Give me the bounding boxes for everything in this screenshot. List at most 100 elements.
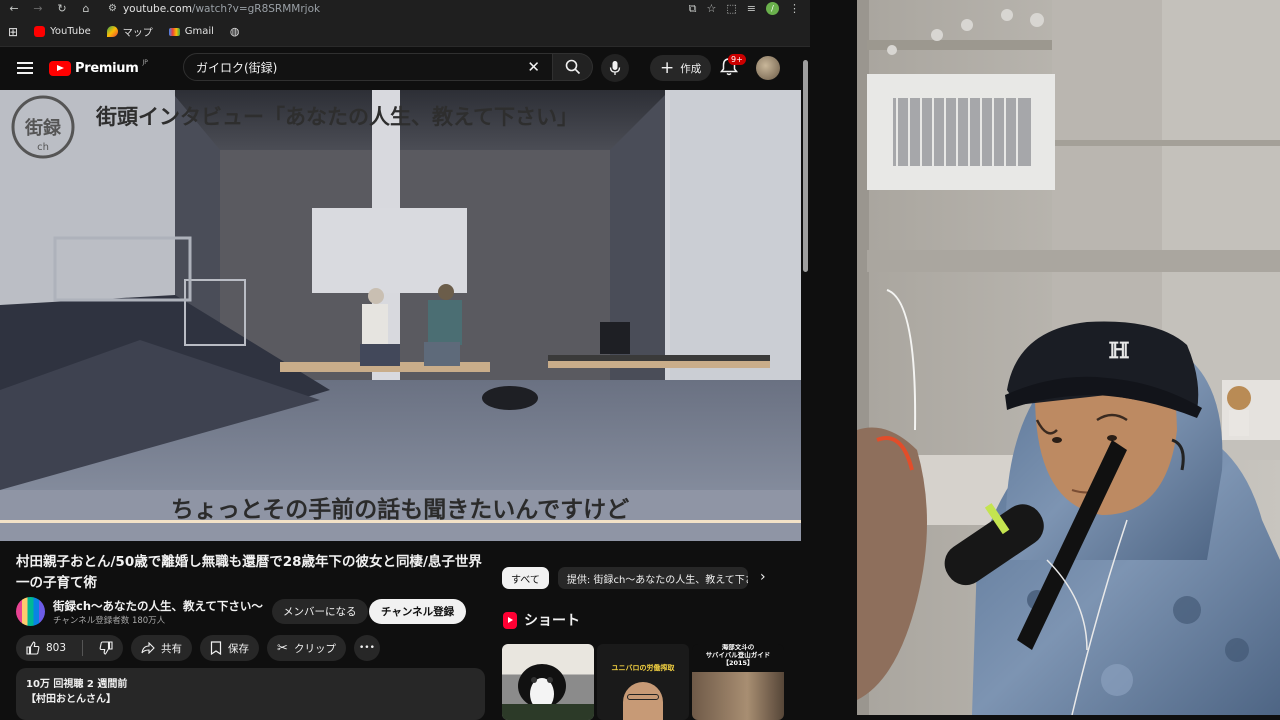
page-scrollbar[interactable] (803, 60, 808, 272)
chrome-menu-icon[interactable]: ⋮ (789, 2, 800, 15)
window-gap (810, 0, 857, 720)
description-text: 【村田おとんさん】 (26, 694, 116, 705)
save-button[interactable]: 保存 (200, 635, 260, 661)
gmail-favicon-icon (168, 27, 180, 36)
create-button[interactable]: + 作成 (650, 55, 712, 81)
view-count-and-date: 10万 回視聴 2 週間前 (26, 679, 128, 690)
forward-icon[interactable]: → (30, 1, 46, 17)
more-actions-button[interactable]: ••• (353, 635, 380, 661)
screen: ← → ↻ ⌂ ⚙ youtube.com/watch?v=gR8SRMMrjo… (0, 0, 1280, 720)
shorts-title: ショート (524, 613, 580, 629)
video-overlay-heading: 街頭インタビュー「あなたの人生、教えて下さい」 (95, 105, 578, 129)
like-dislike-group: 803 (16, 635, 124, 661)
description-box[interactable]: 10万 回視聴 2 週間前 【村田おとんさん】 (16, 668, 485, 720)
home-icon[interactable]: ⌂ (78, 1, 94, 17)
save-label: 保存 (228, 642, 250, 655)
create-label: 作成 (680, 62, 702, 75)
youtube-favicon-icon (34, 26, 46, 37)
chevron-right-icon[interactable]: › (760, 569, 766, 585)
site-info-icon[interactable]: ⚙ (108, 3, 117, 14)
account-avatar[interactable] (756, 56, 780, 80)
thumbs-down-icon (99, 641, 113, 655)
extensions-icon[interactable]: ⬚ (726, 2, 736, 15)
like-button[interactable]: 803 (16, 635, 76, 661)
short-face (623, 682, 663, 720)
short-glasses (627, 694, 659, 700)
bookmark-label: Gmail (184, 26, 214, 37)
short-thumbnail[interactable] (502, 644, 594, 720)
bookmark-gmail[interactable]: Gmail (168, 26, 214, 37)
shorts-logo-icon (503, 611, 517, 629)
video-subtitle: ちょっとその手前の話も聞きたいんですけど (171, 496, 629, 523)
cast-icon[interactable]: ⧉ (689, 2, 697, 16)
bookmark-star-icon[interactable]: ☆ (707, 2, 717, 15)
plus-icon: + (660, 57, 675, 78)
globe-bookmark-icon[interactable]: ◍ (230, 25, 240, 38)
logo-region: JP (142, 58, 148, 66)
bottom-edge (857, 715, 1280, 720)
join-membership-button[interactable]: メンバーになる (272, 599, 368, 624)
bookmarks-bar: ⊞ YouTube マップ Gmail ◍ (0, 17, 810, 47)
maps-favicon-icon (106, 26, 118, 37)
channel-name[interactable]: 街録ch～あなたの人生、教えて下さい～ (53, 598, 263, 614)
dog-thumbnail (502, 664, 594, 720)
share-label: 共有 (161, 642, 183, 655)
notification-count-badge: 9+ (728, 54, 746, 65)
short-caption: 海部文斗の サバイバル登山ガイド 【2015】 (705, 644, 771, 667)
bookmark-label: YouTube (50, 26, 91, 37)
short-caption: ユニバロの労働搾取 (611, 664, 675, 672)
more-icon: ••• (358, 643, 375, 653)
browser-window: ← → ↻ ⌂ ⚙ youtube.com/watch?v=gR8SRMMrjo… (0, 0, 810, 720)
media-icon[interactable]: ≡ (747, 2, 756, 15)
youtube-play-logo-icon (49, 60, 71, 76)
address-bar[interactable]: ⚙ youtube.com/watch?v=gR8SRMMrjok (102, 1, 681, 17)
channel-avatar[interactable] (16, 597, 45, 626)
url-path: /watch?v=gR8SRMMrjok (191, 2, 321, 15)
back-icon[interactable]: ← (6, 1, 22, 17)
clip-label: クリップ (293, 642, 336, 655)
apps-grid-icon[interactable]: ⊞ (8, 25, 18, 39)
video-overlay-logo-sub: ch (37, 142, 49, 153)
channel-subscriber-count: チャンネル登録者数 180万人 (53, 616, 166, 626)
clip-button[interactable]: ✂ クリップ (267, 635, 346, 661)
share-button[interactable]: 共有 (131, 635, 193, 661)
search-button[interactable] (553, 53, 593, 81)
chip-all[interactable]: すべて (502, 567, 549, 589)
video-overlay-logo: 街録 (24, 117, 62, 139)
webcam-scene: ℍ (857, 0, 1280, 715)
thumbs-up-icon (26, 641, 40, 655)
video-title: 村田親子おとん/50歳で離婚し無職も還暦で28歳年下の彼女と同棲/息子世界一の子… (16, 554, 482, 591)
video-player[interactable]: 街頭インタビュー「あなたの人生、教えて下さい」 街録 ch ちょっとその手前の話… (0, 90, 801, 541)
short-thumbnail[interactable]: ユニバロの労働搾取 (597, 644, 689, 720)
channel-row: 街録ch～あなたの人生、教えて下さい～ チャンネル登録者数 180万人 メンバー… (16, 597, 491, 627)
voice-search-button[interactable] (601, 54, 629, 82)
youtube-masthead: Premium JP ガイロク(街録) ✕ + 作成 9+ (0, 47, 810, 89)
subscribe-button[interactable]: チャンネル登録 (369, 599, 467, 624)
related-filter-chips: すべて 提供: 街録ch～あなたの人生、教えて下さい～ (502, 566, 748, 590)
dislike-button[interactable] (89, 635, 123, 661)
chip-from-channel[interactable]: 提供: 街録ch～あなたの人生、教えて下さい～ (557, 567, 748, 589)
video-frame: 街頭インタビュー「あなたの人生、教えて下さい」 街録 ch ちょっとその手前の話… (0, 90, 801, 541)
bookmark-youtube[interactable]: YouTube (34, 26, 91, 37)
webcam-feed: ℍ (857, 0, 1280, 715)
short-photo (692, 672, 784, 720)
bookmark-label: マップ (122, 28, 153, 39)
shorts-shelf-header: ショート (503, 610, 580, 630)
search-value: ガイロク(街録) (196, 60, 278, 75)
search-icon (565, 59, 580, 75)
clear-search-icon[interactable]: ✕ (527, 58, 540, 76)
reload-icon[interactable]: ↻ (54, 1, 70, 17)
menu-icon[interactable] (17, 62, 33, 74)
bookmark-maps[interactable]: マップ (106, 24, 153, 39)
share-arrow-icon (141, 642, 155, 654)
search-input[interactable]: ガイロク(街録) ✕ (183, 53, 553, 81)
scissors-icon: ✂ (277, 640, 288, 656)
profile-avatar-icon[interactable]: / (766, 2, 779, 15)
bookmark-save-icon (210, 641, 222, 655)
youtube-premium-logo[interactable]: Premium JP (49, 58, 148, 76)
svg-text:ℍ: ℍ (1109, 338, 1130, 364)
url-host: youtube.com (122, 2, 192, 15)
logo-text: Premium (75, 60, 139, 76)
microphone-icon (609, 61, 621, 75)
short-thumbnail[interactable]: 海部文斗の サバイバル登山ガイド 【2015】 (692, 644, 784, 720)
